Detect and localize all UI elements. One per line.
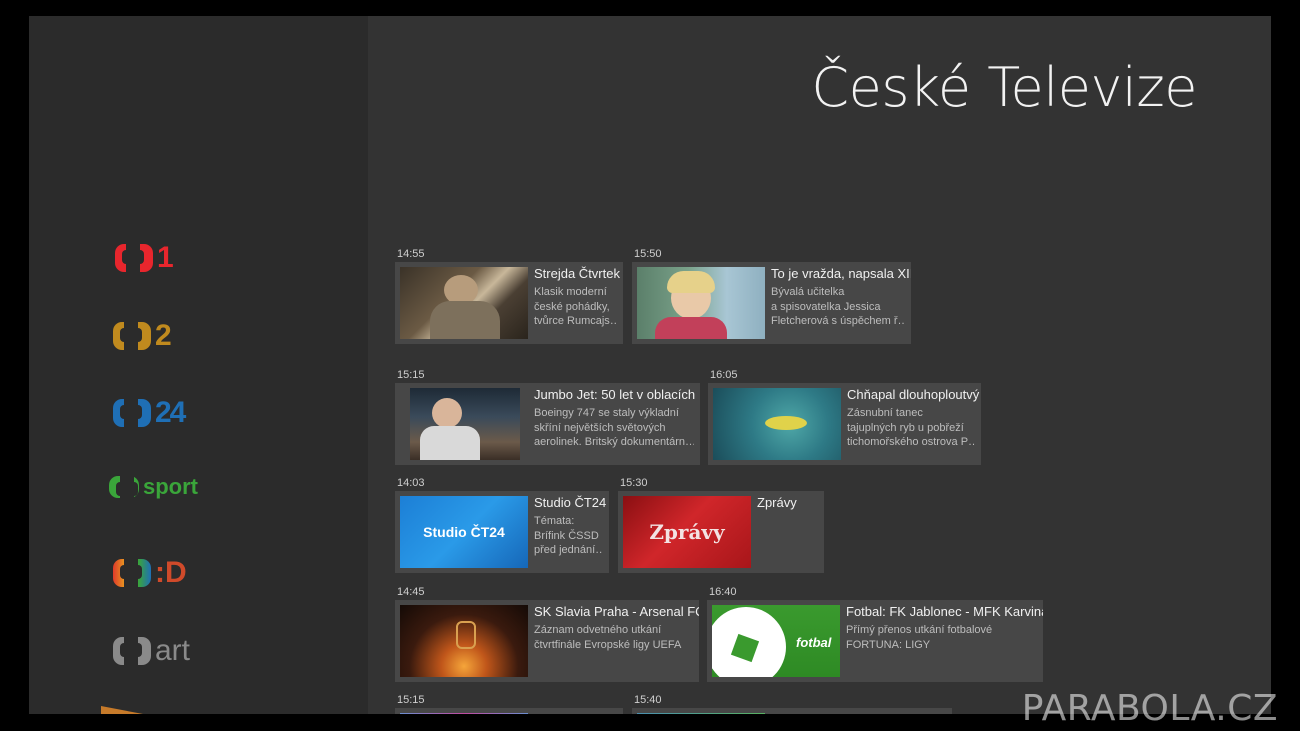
channel-logo-ct1[interactable]: 1 <box>115 238 174 278</box>
program-title: Fotbal: FK Jablonec - MFK Karviná <box>846 604 1043 619</box>
program-thumbnail <box>713 388 841 460</box>
ct-mark-icon <box>113 320 151 352</box>
program-card[interactable]: Studio ČT24 Studio ČT24 Témata: Brífink Č… <box>395 491 609 573</box>
program-time: 14:45 <box>397 586 425 598</box>
watermark: PARABOLA.CZ <box>1021 688 1278 729</box>
program-title: Studio ČT24 <box>534 495 607 510</box>
channel-logo-ct24[interactable]: 24 <box>113 393 186 433</box>
program-card[interactable]: Jumbo Jet: 50 let v oblacích Boeingy 747… <box>395 383 700 465</box>
channel-label: 2 <box>155 319 172 352</box>
program-title: Zprávy <box>757 495 797 510</box>
program-card[interactable] <box>395 708 623 714</box>
ct-mark-icon <box>113 397 151 429</box>
page-title: České Televize <box>811 56 1197 119</box>
program-thumbnail: Studio ČT24 <box>400 496 528 568</box>
channel-label: 1 <box>157 241 174 274</box>
ct-mark-icon <box>115 242 153 274</box>
program-time: 14:55 <box>397 248 425 260</box>
program-time: 15:15 <box>397 369 425 381</box>
program-time: 15:40 <box>634 694 662 706</box>
ct-mark-icon <box>113 635 151 667</box>
channel-logo-ctsport[interactable]: sport <box>109 467 198 507</box>
program-description: Přímý přenos utkání fotbalové FORTUNA: LI… <box>846 624 993 651</box>
program-thumbnail <box>400 605 528 677</box>
program-card[interactable]: To je vražda, napsala XII Bývalá učitelk… <box>632 262 911 344</box>
channel-label: :D <box>155 556 187 589</box>
program-title: Strejda Čtvrtek <box>534 266 620 281</box>
program-title: SK Slavia Praha - Arsenal FC <box>534 604 699 619</box>
tv-screen: 1 2 24 sport :D art České Televize 14:55… <box>29 16 1271 714</box>
program-time: 16:40 <box>709 586 737 598</box>
program-time: 14:03 <box>397 477 425 489</box>
program-title: Chňapal dlouhoploutvý <box>847 387 980 402</box>
program-card[interactable]: Strejda Čtvrtek Klasik moderní české pohá… <box>395 262 623 344</box>
program-guide: České Televize 14:55 15:50 Strejda Čtvrt… <box>368 16 1271 714</box>
thumbnail-text: Studio ČT24 <box>423 524 505 540</box>
program-time: 15:50 <box>634 248 662 260</box>
program-description: Témata: Brífink ČSSD před jednání… <box>534 515 603 556</box>
channel-logo-ctart[interactable]: art <box>113 631 190 671</box>
program-title: To je vražda, napsala XII <box>771 266 911 281</box>
program-description: Bývalá učitelka a spisovatelka Jessica Fle… <box>771 286 905 327</box>
program-thumbnail <box>410 388 520 460</box>
football-icon <box>712 607 786 677</box>
channel-label: 24 <box>155 396 186 429</box>
channel-logo-ct2[interactable]: 2 <box>113 316 172 356</box>
program-description: Zásnubní tanec tajuplných ryb u pobřeží ti… <box>847 407 975 448</box>
program-description: Záznam odvetného utkání čtvrtfinále Evrop… <box>534 624 682 651</box>
program-time: 15:30 <box>620 477 648 489</box>
program-card[interactable]: SK Slavia Praha - Arsenal FC Záznam odve… <box>395 600 699 682</box>
ct-mark-icon <box>113 557 151 589</box>
ct-mark-icon <box>109 474 139 506</box>
channel-label: art <box>155 634 191 667</box>
program-thumbnail <box>400 267 528 339</box>
program-description: Boeingy 747 se staly výkladní skříní nejv… <box>534 407 694 448</box>
channel-logo-ctd[interactable]: :D <box>113 553 187 593</box>
program-description: Klasik moderní české pohádky, tvůrce Rumca… <box>534 286 617 327</box>
channel-label: sport <box>143 474 198 499</box>
program-card[interactable]: Chňapal dlouhoploutvý Zásnubní tanec taju… <box>708 383 981 465</box>
channel-sidebar: 1 2 24 sport :D art <box>29 16 368 714</box>
program-thumbnail: fotbal <box>712 605 840 677</box>
program-card[interactable] <box>632 708 952 714</box>
program-card[interactable]: Zprávy Zprávy <box>618 491 824 573</box>
program-title: Jumbo Jet: 50 let v oblacích <box>534 387 696 402</box>
program-time: 16:05 <box>710 369 738 381</box>
program-time: 15:15 <box>397 694 425 706</box>
thumbnail-text: fotbal <box>796 635 832 650</box>
thumbnail-text: Zprávy <box>649 520 725 544</box>
program-card[interactable]: fotbal Fotbal: FK Jablonec - MFK Karviná… <box>707 600 1043 682</box>
program-thumbnail: Zprávy <box>623 496 751 568</box>
program-thumbnail <box>637 267 765 339</box>
channel-logo-partial[interactable] <box>101 706 143 714</box>
